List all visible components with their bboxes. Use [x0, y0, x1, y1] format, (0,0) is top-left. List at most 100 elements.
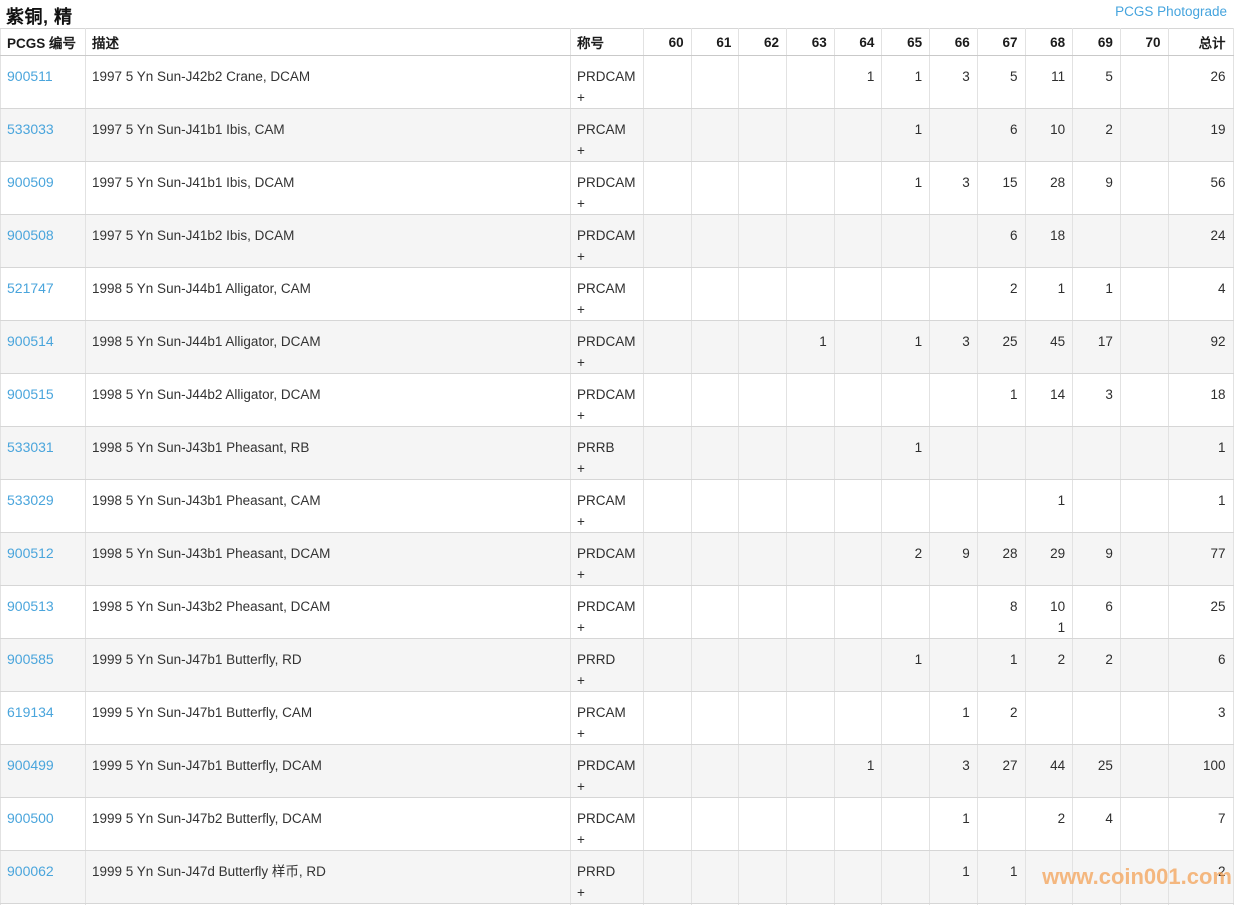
grade-67-count: 5 [977, 56, 1025, 109]
total-count: 7 [1168, 798, 1233, 851]
table-row: 521747 1998 5 Yn Sun-J44b1 Alligator, CA… [1, 268, 1234, 321]
pcgs-number-link[interactable]: 900514 [7, 333, 54, 349]
grade-68-count [1025, 427, 1073, 480]
grade-70-count [1120, 374, 1168, 427]
coin-description: 1999 5 Yn Sun-J47d Butterfly 样币, RD [86, 851, 571, 904]
designation-line2: + [577, 670, 636, 691]
grade-63-count [787, 427, 835, 480]
grade-69-count: 9 [1073, 162, 1121, 215]
pcgs-number-cell: 900585 [1, 639, 86, 692]
grade-67-count: 6 [977, 215, 1025, 268]
population-table: PCGS 编号 描述 称号 60 61 62 63 64 65 66 67 68… [0, 28, 1234, 905]
pcgs-number-link[interactable]: 900500 [7, 810, 54, 826]
coin-description: 1999 5 Yn Sun-J47b1 Butterfly, RD [86, 639, 571, 692]
table-header-row: PCGS 编号 描述 称号 60 61 62 63 64 65 66 67 68… [1, 29, 1234, 56]
col-header-grade-67: 67 [977, 29, 1025, 56]
grade-60-count [644, 374, 692, 427]
grade-69-count: 6 [1073, 586, 1121, 639]
pcgs-photograde-link[interactable]: PCGS Photograde [1115, 4, 1227, 19]
col-header-description: 描述 [86, 29, 571, 56]
grade-65-count [882, 745, 930, 798]
designation-cell: PRCAM + [571, 268, 644, 321]
pcgs-number-cell: 900508 [1, 215, 86, 268]
grade-67-count: 2 [977, 268, 1025, 321]
table-row: 533033 1997 5 Yn Sun-J41b1 Ibis, CAM PRC… [1, 109, 1234, 162]
pcgs-number-link[interactable]: 533033 [7, 121, 54, 137]
designation-line1: PRRD [577, 649, 636, 670]
col-header-grade-68: 68 [1025, 29, 1073, 56]
col-header-grade-69: 69 [1073, 29, 1121, 56]
grade-61-count [691, 215, 739, 268]
pcgs-number-link[interactable]: 900515 [7, 386, 54, 402]
coin-description: 1998 5 Yn Sun-J44b1 Alligator, CAM [86, 268, 571, 321]
pcgs-number-cell: 533031 [1, 427, 86, 480]
coin-description: 1999 5 Yn Sun-J47b1 Butterfly, DCAM [86, 745, 571, 798]
col-header-grade-65: 65 [882, 29, 930, 56]
col-header-pcgs-number: PCGS 编号 [1, 29, 86, 56]
grade-64-count [834, 586, 882, 639]
grade-65-count [882, 586, 930, 639]
pcgs-number-link[interactable]: 900508 [7, 227, 54, 243]
pcgs-number-link[interactable]: 900585 [7, 651, 54, 667]
designation-cell: PRDCAM + [571, 321, 644, 374]
grade-70-count [1120, 480, 1168, 533]
grade-70-count [1120, 268, 1168, 321]
pcgs-number-link[interactable]: 521747 [7, 280, 54, 296]
grade-68-count [1025, 692, 1073, 745]
grade-64-count [834, 215, 882, 268]
grade-68-count: 2 [1025, 798, 1073, 851]
pcgs-number-cell: 900512 [1, 533, 86, 586]
pcgs-number-link[interactable]: 900509 [7, 174, 54, 190]
grade-66-count [930, 480, 978, 533]
pcgs-number-cell: 533033 [1, 109, 86, 162]
pcgs-number-link[interactable]: 900511 [7, 68, 53, 84]
designation-line2: + [577, 617, 636, 638]
grade-65-count: 1 [882, 109, 930, 162]
grade-60-count [644, 321, 692, 374]
pcgs-number-link[interactable]: 619134 [7, 704, 54, 720]
grade-60-count [644, 162, 692, 215]
coin-description: 1998 5 Yn Sun-J43b1 Pheasant, RB [86, 427, 571, 480]
total-count: 6 [1168, 639, 1233, 692]
pcgs-number-cell: 900513 [1, 586, 86, 639]
designation-cell: PRCAM + [571, 480, 644, 533]
grade-69-count: 2 [1073, 639, 1121, 692]
total-count: 77 [1168, 533, 1233, 586]
grade-61-count [691, 56, 739, 109]
grade-63-count [787, 798, 835, 851]
designation-line1: PRDCAM [577, 384, 636, 405]
pcgs-number-cell: 900515 [1, 374, 86, 427]
designation-line1: PRCAM [577, 119, 636, 140]
grade-61-count [691, 374, 739, 427]
grade-60-count [644, 745, 692, 798]
grade-60-count [644, 851, 692, 904]
designation-line2: + [577, 564, 636, 585]
pcgs-number-link[interactable]: 900512 [7, 545, 54, 561]
grade-66-count [930, 109, 978, 162]
pcgs-number-link[interactable]: 533029 [7, 492, 54, 508]
grade-63-count [787, 851, 835, 904]
grade-66-count: 3 [930, 745, 978, 798]
grade-70-count [1120, 321, 1168, 374]
grade-65-count [882, 268, 930, 321]
pcgs-number-link[interactable]: 533031 [7, 439, 54, 455]
designation-line2: + [577, 458, 636, 479]
pcgs-number-cell: 533029 [1, 480, 86, 533]
grade-69-count [1073, 480, 1121, 533]
grade-65-count: 1 [882, 639, 930, 692]
pcgs-number-link[interactable]: 900062 [7, 863, 54, 879]
grade-70-count [1120, 215, 1168, 268]
grade-66-count: 3 [930, 56, 978, 109]
total-count: 2 [1168, 851, 1233, 904]
pcgs-number-link[interactable]: 900513 [7, 598, 54, 614]
grade-62-count [739, 798, 787, 851]
grade-66-count [930, 427, 978, 480]
grade-63-count [787, 745, 835, 798]
col-header-grade-64: 64 [834, 29, 882, 56]
coin-description: 1997 5 Yn Sun-J42b2 Crane, DCAM [86, 56, 571, 109]
pcgs-number-link[interactable]: 900499 [7, 757, 54, 773]
grade-63-count [787, 533, 835, 586]
grade-61-count [691, 533, 739, 586]
designation-cell: PRDCAM + [571, 798, 644, 851]
grade-67-count: 8 [977, 586, 1025, 639]
